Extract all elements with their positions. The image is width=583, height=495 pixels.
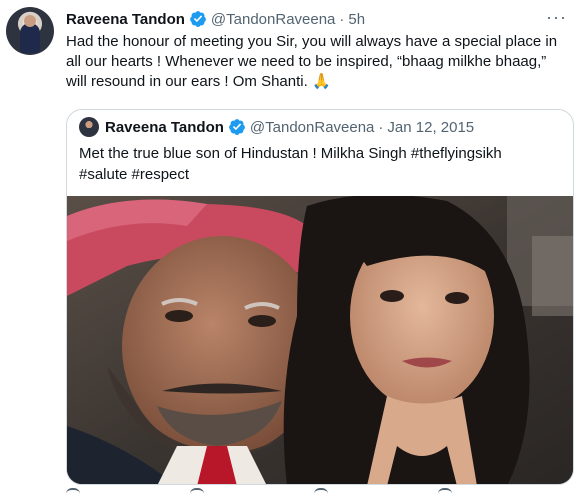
tweet[interactable]: Raveena Tandon @TandonRaveena · 5h ··· H… (0, 0, 583, 495)
quoted-author-handle: @TandonRaveena (249, 118, 375, 136)
like-icon[interactable] (314, 488, 328, 495)
verified-badge-icon (190, 11, 206, 27)
avatar-head (24, 15, 36, 27)
tweet-header: Raveena Tandon @TandonRaveena · 5h (66, 8, 569, 30)
tweet-time[interactable]: 5h (348, 11, 365, 28)
tweet-actions (66, 488, 452, 495)
separator-dot: · (378, 118, 384, 136)
author-handle[interactable]: @TandonRaveena (211, 11, 335, 28)
quoted-tweet[interactable]: Raveena Tandon @TandonRaveena · Jan 12, … (66, 109, 574, 485)
quoted-author-name: Raveena Tandon (105, 118, 224, 136)
author-avatar[interactable] (6, 7, 54, 55)
verified-badge-icon (229, 119, 245, 135)
tweet-text: Had the honour of meeting you Sir, you w… (66, 33, 558, 90)
tweet-content: Raveena Tandon @TandonRaveena · 5h ··· H… (66, 8, 569, 92)
separator-dot: · (339, 10, 345, 28)
retweet-icon[interactable] (190, 488, 204, 495)
selfie-photo (67, 196, 573, 484)
quoted-tweet-photo[interactable] (67, 196, 573, 484)
share-icon[interactable] (438, 488, 452, 495)
quoted-tweet-date: Jan 12, 2015 (387, 118, 475, 136)
quoted-tweet-text: Met the true blue son of Hindustan ! Mil… (79, 145, 502, 183)
author-name[interactable]: Raveena Tandon (66, 11, 185, 28)
reply-icon[interactable] (66, 488, 80, 495)
quoted-author-avatar (79, 117, 99, 137)
more-options-icon[interactable]: ··· (546, 8, 567, 26)
quoted-tweet-header: Raveena Tandon @TandonRaveena · Jan 12, … (67, 117, 573, 137)
avatar-figure (20, 23, 40, 53)
